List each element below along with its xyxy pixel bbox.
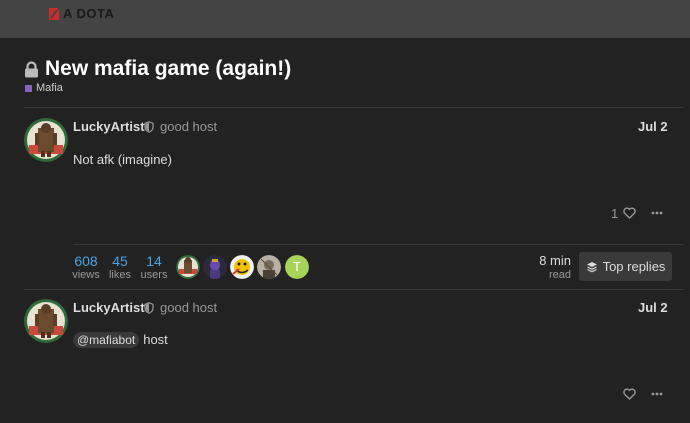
likes-label: likes <box>108 269 131 281</box>
divider <box>24 289 684 290</box>
participant-avatar[interactable] <box>203 255 227 279</box>
site-logo[interactable]: A DOTA <box>48 6 114 21</box>
moderator-shield-icon <box>144 121 154 133</box>
post-username[interactable]: LuckyArtist <box>73 119 145 134</box>
top-replies-label: Top replies <box>602 259 666 274</box>
user-title: good host <box>160 300 218 315</box>
top-replies-button[interactable]: Top replies <box>579 252 672 281</box>
category-label: Mafia <box>36 82 63 94</box>
user-title: good host <box>160 119 218 134</box>
divider <box>24 107 684 108</box>
read-time: 8 min <box>539 253 571 268</box>
post-date[interactable]: Jul 2 <box>638 119 668 134</box>
moderator-shield-icon <box>144 302 154 314</box>
topic-title-row: New mafia game (again!) <box>24 57 291 81</box>
divider <box>73 244 684 245</box>
site-header: A DOTA <box>0 0 690 38</box>
heart-icon[interactable] <box>623 388 636 400</box>
post-date[interactable]: Jul 2 <box>638 300 668 315</box>
post-username[interactable]: LuckyArtist <box>73 300 145 315</box>
post-body-text: host <box>143 332 168 347</box>
views-label: views <box>72 269 100 281</box>
post-body: @mafiabot host <box>73 332 168 348</box>
participant-avatar[interactable] <box>257 255 281 279</box>
lock-icon <box>25 60 38 77</box>
topic-title[interactable]: New mafia game (again!) <box>45 57 291 81</box>
views-count: 608 <box>74 253 98 269</box>
category-badge[interactable]: Mafia <box>25 82 63 94</box>
read-time-label: read <box>548 269 571 281</box>
avatar[interactable] <box>24 118 68 162</box>
more-options-icon[interactable] <box>651 211 663 215</box>
participant-avatar[interactable] <box>230 255 254 279</box>
dota-logo-icon <box>49 7 59 20</box>
likes-count[interactable]: 45 <box>109 253 131 269</box>
post-body: Not afk (imagine) <box>73 152 172 167</box>
user-mention[interactable]: @mafiabot <box>73 332 140 348</box>
heart-icon[interactable] <box>623 207 636 219</box>
users-count: 14 <box>146 253 162 269</box>
participant-avatar[interactable]: T <box>285 255 309 279</box>
category-color-swatch <box>25 84 32 92</box>
participant-avatar[interactable] <box>176 255 200 279</box>
like-count[interactable]: 1 <box>611 206 618 221</box>
participant-initial: T <box>293 259 301 274</box>
avatar[interactable] <box>24 299 68 343</box>
layers-icon <box>586 261 597 272</box>
logo-text: A DOTA <box>63 6 115 21</box>
more-options-icon[interactable] <box>651 392 663 396</box>
users-label: users <box>140 269 168 281</box>
